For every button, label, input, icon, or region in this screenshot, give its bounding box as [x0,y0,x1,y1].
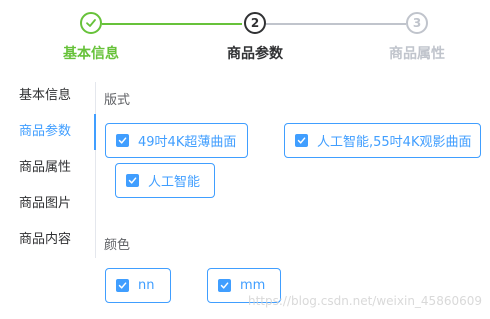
checkbox-option[interactable]: 人工智能 [115,163,215,198]
tab-product-content[interactable]: 商品内容 [0,222,90,258]
checkbox-option[interactable]: nn [105,268,171,303]
tab-active-indicator [94,114,96,150]
checkbox-option[interactable]: 49吋4K超薄曲面 [105,123,248,158]
tabs-divider [95,82,96,258]
watermark: https://blog.csdn.net/weixin_45860609 [247,294,482,308]
step-connector-1 [102,23,242,25]
checkbox-option[interactable]: 人工智能,55吋4K观影曲面 [284,123,481,158]
checkbox-checked-icon [218,279,231,292]
checkbox-checked-icon [116,134,129,147]
step-1-check-icon [80,12,102,34]
checkbox-label: 人工智能 [148,175,201,190]
param-label-layout: 版式 [104,93,131,108]
step-2-title: 商品参数 [227,46,283,62]
checkbox-label: 人工智能,55吋4K观影曲面 [317,135,472,150]
vertical-tabs: 基本信息 商品参数 商品属性 商品图片 商品内容 [0,78,96,258]
checkbox-label: mm [240,278,266,293]
step-1-title: 基本信息 [63,46,119,62]
tab-product-images[interactable]: 商品图片 [0,186,90,222]
checkbox-label: nn [138,278,155,293]
checkbox-checked-icon [295,134,308,147]
param-label-color: 颜色 [104,238,131,253]
tab-product-params[interactable]: 商品参数 [0,114,90,150]
checkbox-checked-icon [126,174,139,187]
checkbox-checked-icon [116,279,129,292]
step-3-title: 商品属性 [389,46,445,62]
step-2-number: 2 [244,12,266,34]
step-connector-2 [266,23,406,25]
step-3-number: 3 [406,12,428,34]
tab-basic-info[interactable]: 基本信息 [0,78,90,114]
steps-bar: 2 3 基本信息 商品参数 商品属性 [0,0,490,70]
checkbox-label: 49吋4K超薄曲面 [138,135,237,150]
tab-product-attrs[interactable]: 商品属性 [0,150,90,186]
